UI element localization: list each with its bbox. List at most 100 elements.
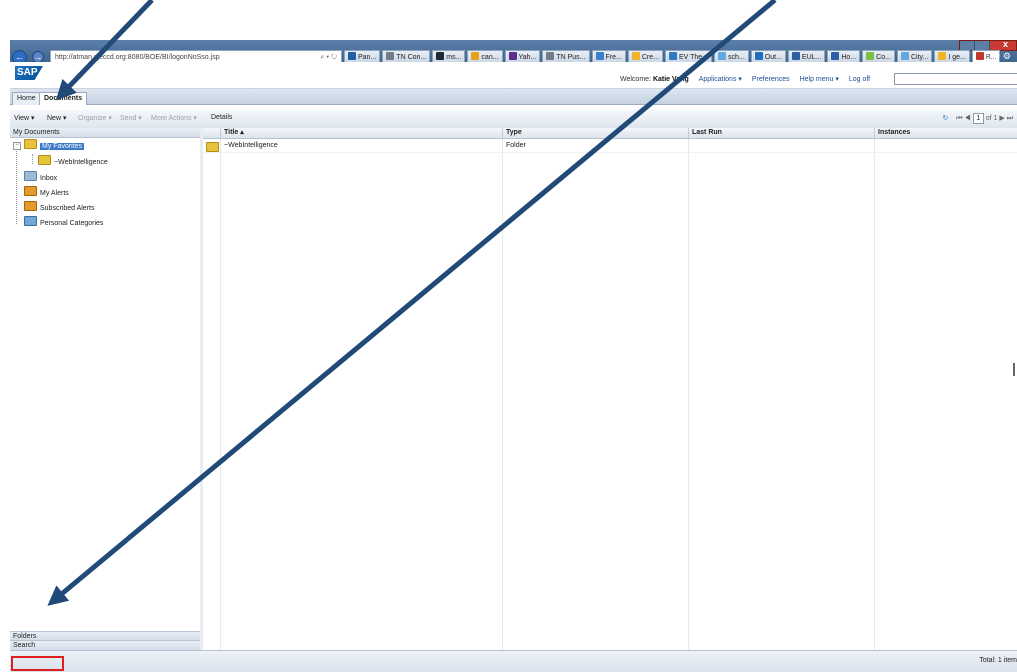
tab-favicon-icon bbox=[631, 52, 640, 60]
browser-toolbar-icons[interactable]: ⌂ ☆ ⚙ bbox=[984, 51, 1011, 62]
tab-favicon-icon bbox=[471, 52, 480, 60]
browser-tab-label: Pan... bbox=[358, 54, 377, 61]
documents-toolbar: View ▾ New ▾ Organize ▾ Send ▾ More Acti… bbox=[10, 110, 1017, 129]
tab-favicon-icon bbox=[508, 52, 517, 60]
tab-favicon-icon bbox=[831, 52, 840, 60]
grid-divider bbox=[220, 139, 221, 650]
prev-page-icon[interactable]: ◀ bbox=[965, 115, 971, 122]
tab-favicon-icon bbox=[866, 52, 875, 60]
scrollbar-thumb[interactable] bbox=[1013, 363, 1015, 376]
folder-icon bbox=[206, 142, 219, 152]
tab-favicon-icon bbox=[436, 52, 445, 60]
welcome-bar: Welcome: Katie Vang Applications ▾ Prefe… bbox=[620, 75, 870, 83]
sap-header: SAP Welcome: Katie Vang Applications ▾ P… bbox=[10, 62, 1017, 89]
tree-item-subscribed-alerts[interactable]: Subscribed Alerts bbox=[24, 201, 94, 213]
address-url: http://atman.sjeccd.org:8080/BOE/BI/logo… bbox=[55, 54, 220, 61]
tab-favicon-icon bbox=[718, 52, 727, 60]
user-name: Katie Vang bbox=[652, 76, 689, 83]
browser-tab-label: Fre... bbox=[605, 54, 622, 61]
page-count: of 1 bbox=[985, 115, 998, 122]
grid-divider bbox=[688, 139, 689, 650]
help-menu[interactable]: Help menu ▾ bbox=[800, 76, 839, 83]
column-type[interactable]: Type bbox=[502, 128, 688, 138]
tree-item-label: Personal Categories bbox=[40, 220, 104, 227]
tree-item-webintelligence[interactable]: ~WebIntelligence bbox=[38, 155, 108, 167]
tree-item-personal-categories[interactable]: Personal Categories bbox=[24, 216, 103, 228]
welcome-label: Welcome: bbox=[620, 76, 651, 83]
row-icon-cell bbox=[203, 139, 220, 152]
grid-divider bbox=[874, 139, 875, 650]
documents-grid: Title ▴ Type Last Run Instances ~WebInte… bbox=[203, 128, 1017, 650]
tab-favicon-icon bbox=[791, 52, 800, 60]
details-button[interactable]: Details bbox=[211, 114, 232, 121]
app-tab-bar: Home Documents bbox=[10, 89, 1017, 105]
tab-favicon-icon bbox=[754, 52, 763, 60]
tab-documents[interactable]: Documents bbox=[39, 92, 88, 105]
tree-item-label: My Favorites bbox=[40, 143, 85, 150]
browser-tab-label: EV The... bbox=[678, 54, 709, 61]
search-panel-button[interactable]: Search bbox=[10, 640, 200, 650]
sap-logo: SAP bbox=[15, 66, 43, 80]
send-menu[interactable]: Send ▾ bbox=[120, 114, 142, 122]
tab-favicon-icon bbox=[668, 52, 677, 60]
tree-item-label: My Alerts bbox=[40, 190, 69, 197]
close-window-button[interactable]: x bbox=[1003, 39, 1008, 49]
tree-item-inbox[interactable]: Inbox bbox=[24, 171, 57, 183]
my-documents-header: My Documents bbox=[10, 128, 200, 138]
browser-chrome: x ← → http://atman.sjeccd.org:8080/BOE/B… bbox=[10, 39, 1017, 65]
browser-tab-label: sch... bbox=[728, 54, 745, 61]
tree-item-my-favorites[interactable]: My Favorites bbox=[24, 139, 85, 151]
view-menu[interactable]: View ▾ bbox=[14, 114, 35, 122]
tree-item-my-alerts[interactable]: My Alerts bbox=[24, 186, 69, 198]
browser-tab-label: Ho... bbox=[841, 54, 857, 61]
tree-guide-line bbox=[32, 154, 33, 164]
alert-icon bbox=[24, 201, 37, 211]
tab-favicon-icon bbox=[938, 52, 947, 60]
log-off-link[interactable]: Log off bbox=[849, 76, 870, 83]
more-actions-menu[interactable]: More Actions ▾ bbox=[151, 114, 197, 122]
folders-panel-button[interactable]: Folders bbox=[10, 631, 200, 640]
folder-icon bbox=[38, 155, 51, 165]
next-page-icon[interactable]: ▶ bbox=[999, 115, 1004, 122]
preferences-link[interactable]: Preferences bbox=[752, 76, 790, 83]
browser-tab-label: EUL... bbox=[801, 54, 822, 61]
last-page-icon[interactable]: ⏭ bbox=[1007, 115, 1013, 122]
browser-tab-label: I ge... bbox=[948, 54, 966, 61]
inbox-icon bbox=[24, 171, 37, 181]
maximize-button[interactable] bbox=[975, 41, 990, 50]
applications-menu[interactable]: Applications ▾ bbox=[699, 76, 742, 83]
categories-icon bbox=[24, 216, 37, 226]
tree-item-label: Inbox bbox=[40, 175, 58, 182]
collapse-my-favorites-icon[interactable]: − bbox=[13, 142, 21, 150]
column-last-run[interactable]: Last Run bbox=[688, 128, 874, 138]
new-menu[interactable]: New ▾ bbox=[47, 114, 66, 122]
tab-home[interactable]: Home bbox=[12, 92, 41, 105]
column-title[interactable]: Title ▴ bbox=[220, 128, 502, 138]
browser-tab-label: TN Con... bbox=[396, 54, 427, 61]
browser-tab-label: Co... bbox=[876, 54, 891, 61]
folder-icon bbox=[24, 139, 37, 149]
page-number-input[interactable]: 1 bbox=[972, 113, 984, 124]
grid-divider bbox=[502, 139, 503, 650]
first-page-icon[interactable]: ⏮ bbox=[956, 115, 962, 122]
refresh-icon[interactable]: ↻ bbox=[942, 115, 948, 122]
tree-item-label: Subscribed Alerts bbox=[40, 205, 95, 212]
organize-menu[interactable]: Organize ▾ bbox=[78, 114, 112, 122]
header-search-input[interactable] bbox=[894, 73, 1017, 85]
grid-header: Title ▴ Type Last Run Instances bbox=[203, 128, 1017, 139]
browser-tab-label: City... bbox=[910, 54, 929, 61]
cell-instances bbox=[874, 139, 1017, 152]
browser-tab-label: Cre... bbox=[641, 54, 659, 61]
tree-item-label: ~WebIntelligence bbox=[54, 159, 108, 166]
column-instances[interactable]: Instances bbox=[874, 128, 1017, 138]
tree-guide-line bbox=[16, 148, 17, 224]
table-row[interactable]: ~WebIntelligence Folder bbox=[203, 139, 1017, 153]
cell-title[interactable]: ~WebIntelligence bbox=[220, 139, 502, 152]
pager: ↻ ⏮ ◀ 1 of 1 ▶ ⏭ bbox=[942, 113, 1013, 124]
browser-tab-label: ms... bbox=[446, 54, 462, 61]
total-items-count: Total: 1 item bbox=[979, 657, 1017, 664]
left-panel: My Documents − My Favorites ~WebIntellig… bbox=[10, 128, 201, 650]
minimize-button[interactable] bbox=[960, 41, 975, 50]
tab-favicon-icon bbox=[546, 52, 555, 60]
cell-type: Folder bbox=[502, 139, 688, 152]
